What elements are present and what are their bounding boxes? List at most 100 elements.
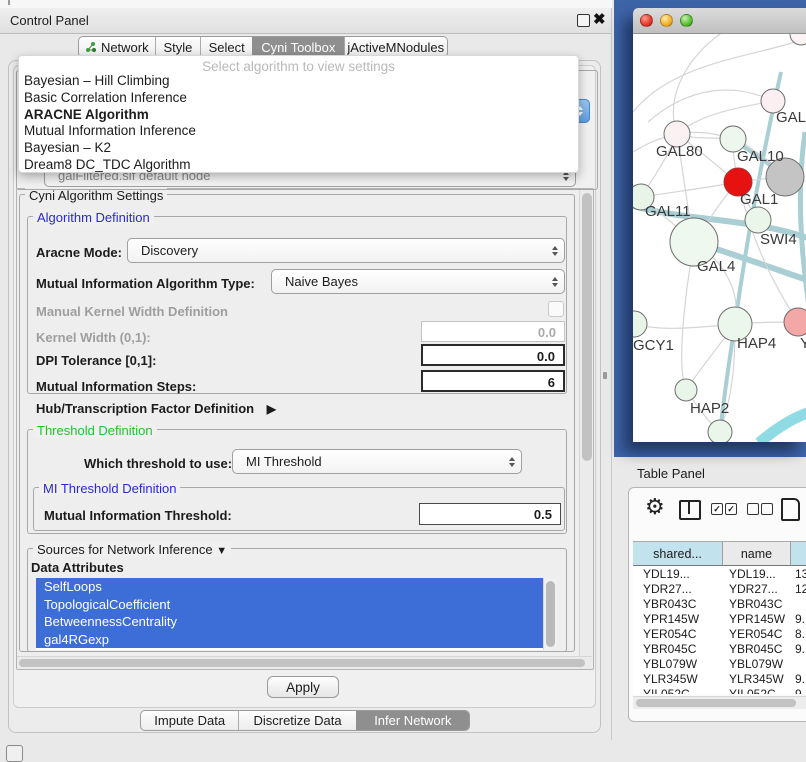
expander-right-arrow-icon: ▶ — [267, 402, 276, 416]
kernel-width-field[interactable]: 0.0 — [421, 321, 565, 342]
node-bottom[interactable] — [708, 420, 732, 442]
expander-down-arrow-icon: ▼ — [216, 545, 227, 557]
network-canvas[interactable]: GAL80 GAL10 GAL1 GAL11 SWI4 GAL4 GAL GCY… — [633, 34, 806, 442]
table-row[interactable]: YBR045C YBR045C 9. — [633, 642, 806, 657]
close-window-icon[interactable] — [640, 14, 653, 27]
float-panel-icon[interactable] — [577, 14, 590, 27]
data-attributes-label: Data Attributes — [31, 560, 124, 575]
table-hscrollbar[interactable] — [633, 696, 806, 709]
edge[interactable] — [673, 34, 723, 134]
mi-steps-field[interactable]: 6 — [421, 370, 565, 392]
aracne-mode-select[interactable]: Discovery — [127, 238, 565, 263]
dock-panel-icon[interactable] — [6, 745, 23, 762]
node-swi4[interactable] — [745, 207, 771, 233]
table-row[interactable]: YDR27... YDR27... 12 — [633, 582, 806, 597]
control-panel-title: Control Panel — [10, 13, 89, 28]
node-label: HAP2 — [690, 400, 729, 417]
attribute-item-selected[interactable]: TopologicalCoefficient — [36, 596, 543, 614]
node-gcy1[interactable] — [633, 311, 647, 337]
splitter-handle[interactable] — [603, 372, 607, 379]
attribute-item-selected[interactable]: BetweennessCentrality — [36, 613, 543, 631]
table-rows: YDL19... YDL19... 13 YDR27... YDR27... 1… — [633, 566, 806, 694]
node-label: SWI4 — [760, 231, 797, 248]
unchecked-checkbox-icon[interactable] — [747, 503, 759, 515]
tab-select[interactable]: Select — [200, 37, 252, 57]
settings-vscrollbar[interactable] — [579, 190, 593, 656]
dpi-tolerance-field[interactable]: 0.0 — [421, 344, 565, 366]
edge[interactable] — [800, 132, 806, 332]
dropdown-item[interactable]: Dream8 DC_TDC Algorithm — [19, 157, 578, 174]
dropdown-prompt: Select algorithm to view settings — [19, 56, 578, 73]
tab-style[interactable]: Style — [155, 37, 201, 57]
gear-icon[interactable]: ⚙ — [645, 494, 665, 520]
tab-infer-network[interactable]: Infer Network — [356, 711, 469, 730]
minimize-window-icon[interactable] — [660, 14, 673, 27]
combo-arrows-icon — [509, 457, 515, 467]
algorithm-definition-title: Algorithm Definition — [33, 210, 154, 225]
bottom-tabs: Impute Data Discretize Data Infer Networ… — [140, 710, 470, 731]
apply-button[interactable]: Apply — [267, 676, 339, 698]
network-window-titlebar[interactable] — [633, 8, 806, 34]
threshold-definition-title: Threshold Definition — [33, 423, 157, 438]
cyni-algorithm-settings-title: Cyni Algorithm Settings — [25, 188, 167, 203]
table-row[interactable]: YBL079W YBL079W — [633, 657, 806, 672]
attribute-item-selected[interactable]: gal4RGexp — [36, 631, 543, 649]
node-label: GAL10 — [737, 148, 784, 165]
dropdown-item-selected[interactable]: ARACNE Algorithm — [19, 107, 578, 124]
table-row[interactable]: YLR345W YLR345W 9. — [633, 672, 806, 687]
split-columns-icon[interactable] — [679, 500, 701, 520]
table-row[interactable]: YBR043C YBR043C — [633, 597, 806, 612]
tab-cyni-toolbox[interactable]: Cyni Toolbox — [252, 37, 344, 57]
column-header-name[interactable]: name — [723, 541, 791, 566]
node-label: GAL80 — [656, 143, 703, 160]
attributes-vscrollbar[interactable] — [543, 578, 557, 650]
tab-jactivemnodules[interactable]: jActiveMNodules — [344, 37, 447, 57]
control-panel-titlebar: Control Panel — [0, 8, 612, 34]
node-label: Y — [800, 335, 806, 352]
dropdown-item[interactable]: Basic Correlation Inference — [19, 90, 578, 107]
dropdown-item[interactable]: Bayesian – Hill Climbing — [19, 73, 578, 90]
checked-checkbox-icon[interactable]: ✓ — [725, 503, 737, 515]
tab-impute-data[interactable]: Impute Data — [141, 711, 238, 730]
attribute-item-selected[interactable]: SelfLoops — [36, 578, 543, 596]
network-window[interactable]: GAL80 GAL10 GAL1 GAL11 SWI4 GAL4 GAL GCY… — [633, 8, 806, 442]
table-row[interactable]: YER054C YER054C 8. — [633, 627, 806, 642]
column-header-cut[interactable] — [791, 541, 806, 566]
settings-hscrollbar[interactable] — [17, 656, 592, 669]
which-threshold-label: Which threshold to use: — [84, 456, 232, 471]
network-graph[interactable]: GAL80 GAL10 GAL1 GAL11 SWI4 GAL4 GAL GCY… — [633, 34, 806, 442]
close-panel-icon[interactable]: ✖ — [593, 10, 606, 28]
combo-arrows-icon — [552, 277, 558, 287]
mi-threshold-field[interactable]: 0.5 — [419, 503, 561, 525]
dropdown-item[interactable]: Mutual Information Inference — [19, 123, 578, 140]
manual-kernel-width-checkbox[interactable] — [548, 301, 564, 317]
tab-discretize-data[interactable]: Discretize Data — [238, 711, 355, 730]
edge[interactable] — [641, 182, 738, 197]
table-row[interactable]: YIL052C YIL052C 9. — [633, 687, 806, 694]
top-left-tick — [8, 0, 10, 5]
unchecked-checkbox-icon[interactable] — [761, 503, 773, 515]
hub-factor-expander[interactable]: Hub/Transcription Factor Definition ▶ — [36, 401, 276, 416]
data-attributes-list: SelfLoops TopologicalCoefficient Between… — [36, 578, 543, 650]
network-graph-icon — [85, 41, 97, 53]
edge-thick-cyan[interactable] — [759, 410, 806, 442]
dropdown-item[interactable]: Bayesian – K2 — [19, 140, 578, 157]
which-threshold-select[interactable]: MI Threshold — [232, 449, 522, 474]
column-header-shared-name[interactable]: shared... — [633, 541, 723, 566]
manual-kernel-width-label: Manual Kernel Width Definition — [36, 304, 228, 319]
node-y-salmon[interactable] — [784, 308, 806, 336]
table-row[interactable]: YDL19... YDL19... 13 — [633, 567, 806, 582]
zoom-window-icon[interactable] — [680, 14, 693, 27]
tab-network[interactable]: Network — [79, 37, 155, 57]
checked-checkbox-icon[interactable]: ✓ — [711, 503, 723, 515]
table-row[interactable]: YPR145W YPR145W 9. — [633, 612, 806, 627]
node-label: HAP4 — [737, 335, 776, 352]
edge[interactable] — [648, 90, 773, 122]
mi-algorithm-type-select[interactable]: Naive Bayes — [271, 269, 565, 294]
mi-algorithm-type-label: Mutual Information Algorithm Type: — [36, 276, 255, 291]
top-strip — [0, 0, 612, 8]
app-stage: Control Panel ✖ Network Style Select Cyn… — [0, 0, 806, 762]
document-icon[interactable] — [781, 498, 800, 521]
node-hap2[interactable] — [675, 379, 697, 401]
sources-title[interactable]: Sources for Network Inference ▼ — [33, 542, 231, 557]
